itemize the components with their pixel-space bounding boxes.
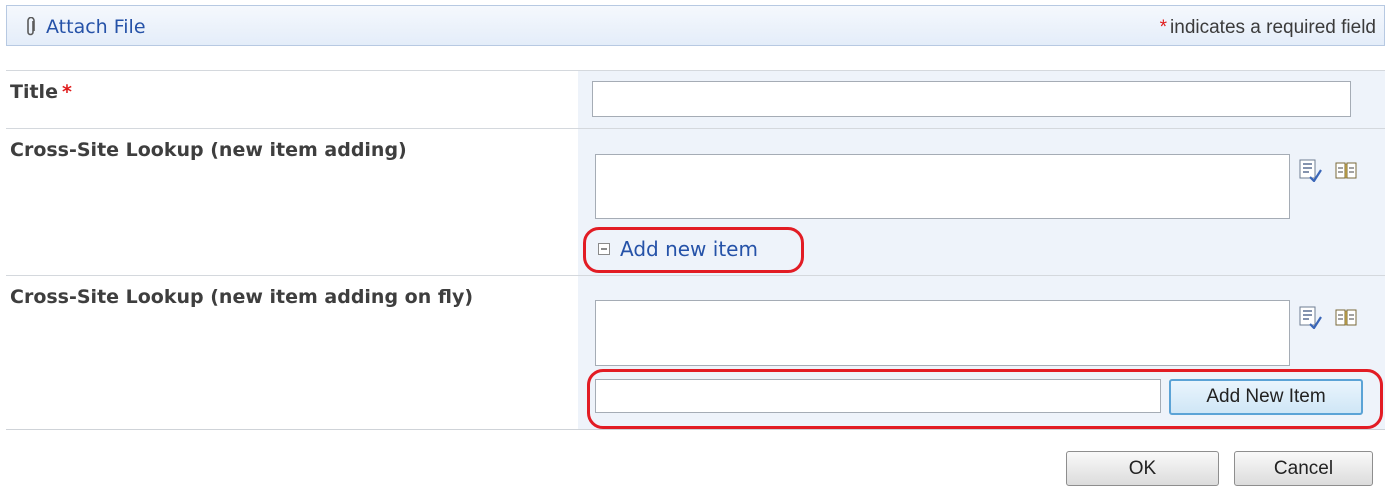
address-book-icon[interactable] [1334,158,1358,182]
title-required-star: * [61,81,72,103]
form-divider [6,429,1385,430]
lookup1-textarea[interactable] [595,154,1290,219]
cancel-button[interactable]: Cancel [1234,451,1373,486]
browse-list-icon[interactable] [1298,158,1322,182]
attach-file-link[interactable]: Attach File [25,16,146,38]
add-new-item-button[interactable]: Add New Item [1169,379,1363,415]
add-new-item-label: Add new item [620,237,758,261]
title-row: Title * [6,70,1385,128]
new-item-input[interactable] [595,379,1161,413]
lookup2-label: Cross-Site Lookup (new item adding on fl… [10,286,474,308]
required-note-text: indicates a required field [1170,17,1376,38]
required-field-note: * indicates a required field [1160,17,1376,39]
ok-button[interactable]: OK [1066,451,1219,486]
browse-list-icon[interactable] [1298,305,1322,329]
required-star: * [1159,17,1168,38]
lookup2-textarea[interactable] [595,300,1290,366]
form-toolbar: Attach File * indicates a required field [6,5,1385,46]
attach-file-label: Attach File [46,16,146,38]
title-label: Title * [10,81,72,103]
lookup2-row: Cross-Site Lookup (new item adding on fl… [6,275,1385,429]
title-input[interactable] [592,81,1351,117]
lookup1-label: Cross-Site Lookup (new item adding) [10,139,407,161]
lookup1-row: Cross-Site Lookup (new item adding) Add … [6,128,1385,275]
paperclip-icon [27,17,35,36]
add-new-item-link[interactable]: Add new item [598,237,758,261]
collapse-icon [598,243,610,255]
address-book-icon[interactable] [1334,305,1358,329]
